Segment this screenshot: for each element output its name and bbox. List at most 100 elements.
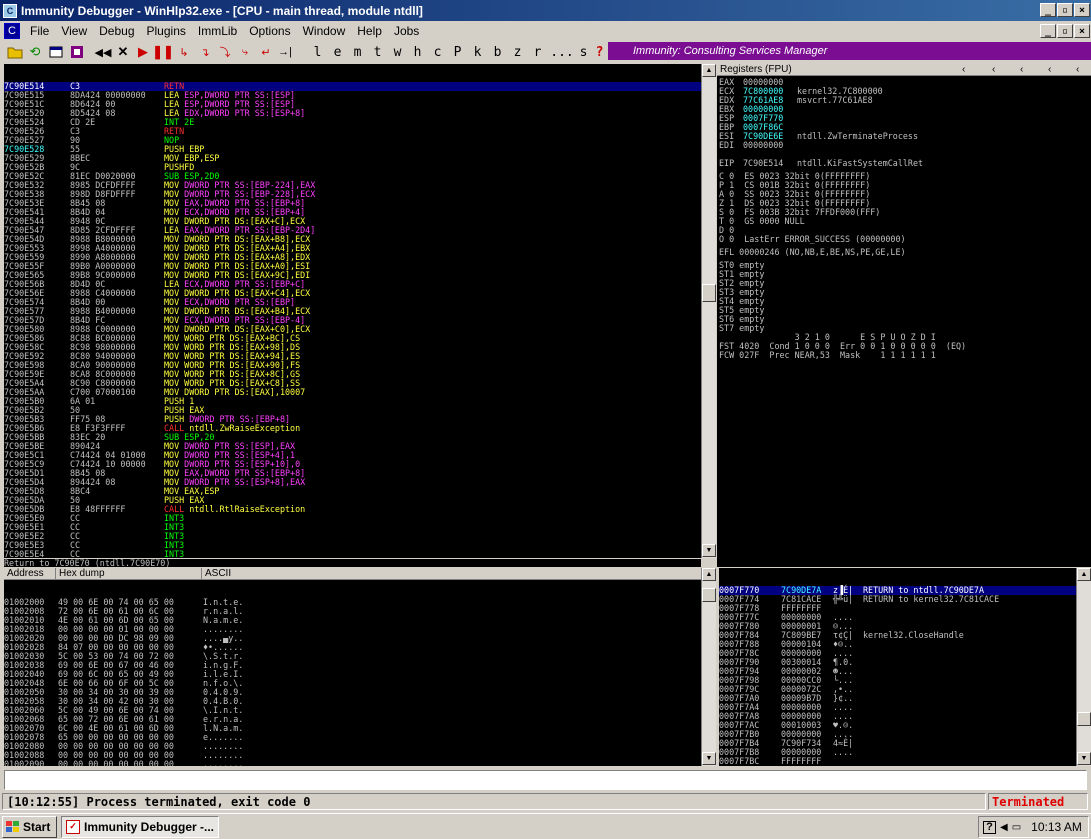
- fpu-row[interactable]: ST1 empty: [719, 270, 1089, 279]
- dump-pane[interactable]: 01002000 49 00 6E 00 74 00 65 00 I.n.t.e. 0…: [4, 580, 701, 766]
- menu-immlib[interactable]: ImmLib: [192, 24, 243, 38]
- disasm-row[interactable]: 7C90E532 8985 DCFDFFFF MOV DWORD PTR SS:[E…: [4, 181, 701, 190]
- disasm-row[interactable]: 7C90E527 90 NOP: [4, 136, 701, 145]
- fpu-row[interactable]: ST0 empty: [719, 261, 1089, 270]
- menu-jobs[interactable]: Jobs: [388, 24, 425, 38]
- disasm-row[interactable]: 7C90E514 C3 RETN: [4, 82, 701, 91]
- disasm-row[interactable]: 7C90E52B 9C PUSHFD: [4, 163, 701, 172]
- disasm-row[interactable]: 7C90E5E2 CC INT3: [4, 532, 701, 541]
- disasm-row[interactable]: 7C90E5DA 50 PUSH EAX: [4, 496, 701, 505]
- close-button[interactable]: ×: [1074, 3, 1090, 17]
- disasm-row[interactable]: 7C90E51C 8D6424 00 LEA ESP,DWORD PTR SS:[E…: [4, 100, 701, 109]
- menu-view[interactable]: View: [55, 24, 93, 38]
- toolbar-ellipsis[interactable]: ...: [549, 43, 575, 61]
- disasm-row[interactable]: 7C90E5D1 8B45 08 MOV EAX,DWORD PTR SS:[EBP…: [4, 469, 701, 478]
- menu-plugins[interactable]: Plugins: [141, 24, 192, 38]
- disasm-row[interactable]: 7C90E586 8C88 BC000000 MOV WORD PTR DS:[EA…: [4, 334, 701, 343]
- pause-icon[interactable]: ❚❚: [152, 43, 174, 61]
- help-tray-icon[interactable]: ?: [983, 820, 996, 834]
- disasm-row[interactable]: 7C90E541 8B4D 04 MOV ECX,DWORD PTR SS:[EBP…: [4, 208, 701, 217]
- toolbar-h[interactable]: h: [411, 43, 424, 61]
- reg-arrow-left-5-icon[interactable]: ‹: [1073, 64, 1079, 75]
- run-icon[interactable]: ▶: [136, 43, 150, 61]
- flag-row[interactable]: T 0 GS 0000 NULL: [719, 217, 1089, 226]
- restore-button[interactable]: ▫: [1057, 3, 1073, 17]
- start-button[interactable]: Start: [2, 815, 57, 838]
- disasm-row[interactable]: 7C90E5C9 C74424 10 00000 MOV DWORD PTR SS:…: [4, 460, 701, 469]
- execute-till-return-icon[interactable]: ↵: [259, 43, 273, 61]
- clock[interactable]: 10:13 AM: [1031, 820, 1082, 834]
- close-x-icon[interactable]: ✕: [116, 43, 130, 61]
- dump-scrollbar[interactable]: ▲ ▼: [701, 568, 716, 766]
- restart-icon[interactable]: ⟲: [26, 43, 44, 61]
- disasm-row[interactable]: 7C90E58C 8C98 98000000 MOV WORD PTR DS:[EA…: [4, 343, 701, 352]
- menu-help[interactable]: Help: [351, 24, 388, 38]
- disasm-row[interactable]: 7C90E52C 81EC D0020000 SUB ESP,2D0: [4, 172, 701, 181]
- network-tray-icon[interactable]: ◀: [1000, 822, 1008, 833]
- disasm-row[interactable]: 7C90E56E 8988 C4000000 MOV DWORD PTR DS:[E…: [4, 289, 701, 298]
- disassembly-pane[interactable]: 7C90E514 C3 RETN 7C90E515 8DA424 00000000 LE…: [4, 64, 701, 558]
- disasm-row[interactable]: 7C90E559 8990 A8000000 MOV DWORD PTR DS:[E…: [4, 253, 701, 262]
- mdi-child-icon[interactable]: C: [4, 23, 20, 39]
- stack-row[interactable]: 0007F790 00300014 ¶.0.: [719, 658, 1076, 667]
- stack-row[interactable]: 0007F7B8 00000000....: [719, 748, 1076, 757]
- disasm-row[interactable]: 7C90E59E 8CA8 8C000000 MOV WORD PTR DS:[EA…: [4, 370, 701, 379]
- toolbar-t[interactable]: t: [371, 43, 384, 61]
- disasm-row[interactable]: 7C90E5DB E8 48FFFFFF CALL ntdll.RtlRaiseEx…: [4, 505, 701, 514]
- step-over-icon[interactable]: ↴: [198, 43, 212, 61]
- disasm-row[interactable]: 7C90E5D4 894424 08 MOV DWORD PTR SS:[ESP+8…: [4, 478, 701, 487]
- disasm-row[interactable]: 7C90E529 8BEC MOV EBP,ESP: [4, 154, 701, 163]
- fpu-row[interactable]: ST3 empty: [719, 288, 1089, 297]
- trace-into-icon[interactable]: ⤵: [218, 43, 232, 61]
- stack-scroll-up-icon[interactable]: ▲: [1077, 568, 1091, 581]
- disasm-row[interactable]: 7C90E574 8B4D 00 MOV ECX,DWORD PTR SS:[EBP…: [4, 298, 701, 307]
- fpu-row[interactable]: ST6 empty: [719, 315, 1089, 324]
- disasm-row[interactable]: 7C90E56B 8D4D 0C LEA ECX,DWORD PTR SS:[EBP…: [4, 280, 701, 289]
- stack-row[interactable]: 0007F7B4 7C90F734 4≈É|: [719, 739, 1076, 748]
- disasm-row[interactable]: 7C90E5B6 E8 F3F3FFFF CALL ntdll.ZwRaiseExc…: [4, 424, 701, 433]
- child-minimize-button[interactable]: _: [1040, 24, 1056, 38]
- dump-row[interactable]: 01002090 00 00 00 00 00 00 00 00........: [4, 760, 701, 767]
- toolbar-z[interactable]: z: [511, 43, 524, 61]
- toolbar-w[interactable]: w: [391, 43, 404, 61]
- disasm-row[interactable]: 7C90E538 898D D8FDFFFF MOV DWORD PTR SS:[E…: [4, 190, 701, 199]
- reg-arrow-left-4-icon[interactable]: ‹: [1045, 64, 1051, 75]
- dump-col-address[interactable]: Address: [4, 568, 56, 579]
- reg-arrow-left-1-icon[interactable]: ‹: [959, 64, 965, 75]
- rewind-icon[interactable]: ◀◀: [95, 43, 112, 61]
- disasm-row[interactable]: 7C90E526 C3 RETN: [4, 127, 701, 136]
- step-into-icon[interactable]: ↳: [177, 43, 191, 61]
- disasm-row[interactable]: 7C90E528 55 PUSH EBP: [4, 145, 701, 154]
- open-folder-icon[interactable]: [6, 43, 24, 61]
- app-icon[interactable]: C: [3, 3, 17, 18]
- disasm-row[interactable]: 7C90E5E0 CC INT3: [4, 514, 701, 523]
- toolbar-m[interactable]: m: [351, 43, 364, 61]
- toolbar-r[interactable]: r: [531, 43, 544, 61]
- disasm-row[interactable]: 7C90E598 8CA0 90000000 MOV WORD PTR DS:[EA…: [4, 361, 701, 370]
- disasm-row[interactable]: 7C90E5C1 C74424 04 01000 MOV DWORD PTR SS:…: [4, 451, 701, 460]
- disasm-row[interactable]: 7C90E5B2 50 PUSH EAX: [4, 406, 701, 415]
- toolbar-l[interactable]: l: [311, 43, 324, 61]
- fpu-row[interactable]: ST5 empty: [719, 306, 1089, 315]
- toolbar-p[interactable]: P: [451, 43, 464, 61]
- stack-row[interactable]: 0007F7BC FFFFFFFF: [719, 757, 1076, 766]
- disasm-row[interactable]: 7C90E5E1 CC INT3: [4, 523, 701, 532]
- child-restore-button[interactable]: ▫: [1057, 24, 1073, 38]
- dump-scroll-down-icon[interactable]: ▼: [702, 752, 716, 765]
- go-to-icon[interactable]: →|: [278, 43, 292, 61]
- disasm-row[interactable]: 7C90E54D 8988 B8000000 MOV DWORD PTR DS:[E…: [4, 235, 701, 244]
- menu-options[interactable]: Options: [243, 24, 296, 38]
- toolbar-k[interactable]: k: [471, 43, 484, 61]
- stack-row[interactable]: 0007F7B0 00000000....: [719, 730, 1076, 739]
- immunity-banner[interactable]: Immunity: Consulting Services Manager: [608, 42, 1091, 60]
- toolbar-s[interactable]: s: [577, 43, 590, 61]
- fpu-row[interactable]: ST4 empty: [719, 297, 1089, 306]
- stack-scroll-thumb[interactable]: [1077, 712, 1091, 726]
- toolbar-c[interactable]: c: [431, 43, 444, 61]
- menu-file[interactable]: File: [24, 24, 55, 38]
- stack-row[interactable]: 0007F77C 00000000....: [719, 613, 1076, 622]
- stack-row[interactable]: 0007F794 00000002 ☻...: [719, 667, 1076, 676]
- command-input[interactable]: [4, 770, 1087, 790]
- flag-row[interactable]: O 0 LastErr ERROR_SUCCESS (00000000): [719, 235, 1089, 244]
- efl-row[interactable]: EFL 00000246 (NO,NB,E,BE,NS,PE,GE,LE): [719, 248, 1089, 257]
